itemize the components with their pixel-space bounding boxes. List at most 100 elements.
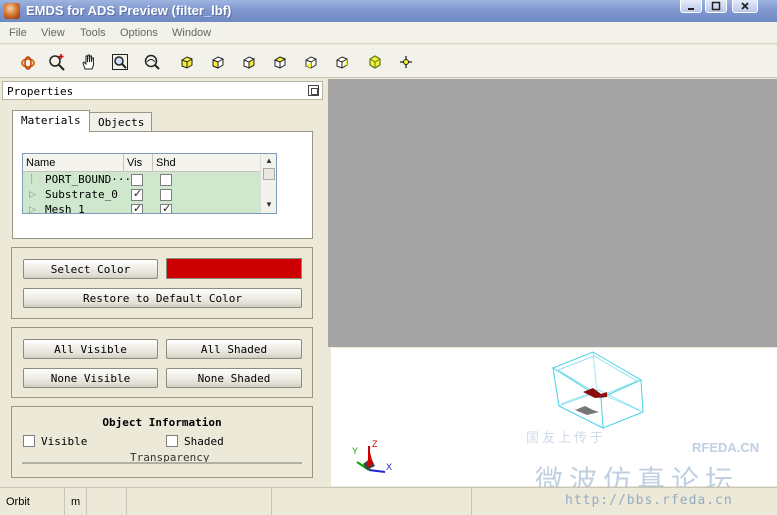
- materials-tab-panel: Name Vis Shd ┆ PORT_BOUND··· ▷ Substrate…: [12, 131, 313, 239]
- menu-bar: File View Tools Options Window: [0, 22, 777, 44]
- axis-y-label: Y: [352, 446, 359, 456]
- close-button[interactable]: [732, 0, 758, 13]
- toolbar: [0, 45, 777, 78]
- view-cube-highlight-icon: [369, 55, 381, 69]
- menu-file[interactable]: File: [9, 27, 27, 39]
- color-swatch[interactable]: [166, 258, 302, 279]
- status-cell-empty: [87, 488, 127, 515]
- properties-header: Properties: [2, 81, 323, 100]
- properties-title: Properties: [7, 85, 74, 98]
- watermark-brand: RFEDA.CN: [692, 440, 760, 455]
- vis-checkbox[interactable]: [131, 202, 143, 213]
- axis-x-label: X: [386, 462, 393, 472]
- column-header-shd[interactable]: Shd: [153, 154, 261, 172]
- table-row[interactable]: ▷ Substrate_0: [23, 187, 260, 202]
- zoom-fit-icon: [112, 54, 128, 70]
- row-name: Mesh 1: [45, 203, 85, 214]
- materials-table[interactable]: Name Vis Shd ┆ PORT_BOUND··· ▷ Substrate…: [22, 153, 277, 214]
- column-header-name[interactable]: Name: [23, 154, 124, 172]
- model-part-gray: [575, 406, 599, 415]
- view-iso-2-icon: [212, 56, 224, 69]
- watermark-url: http://bbs.rfeda.cn: [565, 493, 733, 508]
- scroll-thumb[interactable]: [263, 168, 275, 180]
- vis-checkbox[interactable]: [131, 187, 143, 201]
- status-cell-empty: [127, 488, 272, 515]
- zoom-icon: [49, 54, 65, 71]
- view-iso-4-icon: [273, 56, 287, 69]
- select-color-button[interactable]: Select Color: [23, 259, 158, 279]
- status-units: m: [65, 488, 87, 515]
- all-shaded-button[interactable]: All Shaded: [166, 339, 302, 359]
- none-shaded-button[interactable]: None Shaded: [166, 368, 302, 388]
- table-row[interactable]: ┆ PORT_BOUND···: [23, 172, 260, 187]
- minimize-button[interactable]: [680, 0, 702, 13]
- center-point-icon: [400, 56, 412, 68]
- object-information-title: Object Information: [102, 416, 222, 429]
- app-icon: [4, 3, 20, 19]
- tab-materials[interactable]: Materials: [12, 110, 90, 132]
- row-name: Substrate_0: [45, 188, 118, 201]
- transparency-slider[interactable]: [22, 462, 302, 464]
- scroll-up-icon[interactable]: ▲: [263, 155, 275, 167]
- maximize-button[interactable]: [705, 0, 727, 13]
- view-iso-6-button[interactable]: [331, 51, 353, 73]
- rotate-button[interactable]: [17, 51, 39, 73]
- view-cube-highlight-button[interactable]: [364, 51, 386, 73]
- pan-button[interactable]: [78, 51, 100, 73]
- view-iso-1-icon: [181, 56, 193, 69]
- view-iso-3-button[interactable]: [238, 51, 260, 73]
- view-iso-5-icon: [305, 56, 317, 69]
- dock-icon[interactable]: [308, 85, 319, 96]
- menu-tools[interactable]: Tools: [80, 27, 106, 39]
- shd-checkbox[interactable]: [160, 174, 172, 186]
- menu-window[interactable]: Window: [172, 27, 211, 39]
- zoom-fit-button[interactable]: [109, 51, 131, 73]
- view-iso-1-button[interactable]: [176, 51, 198, 73]
- tree-line-icon: ┆: [29, 174, 35, 184]
- rotate-icon: [21, 56, 35, 70]
- all-visible-button[interactable]: All Visible: [23, 339, 158, 359]
- properties-panel: Properties Materials Objects Name Vis Sh…: [0, 79, 327, 487]
- viewport-gray-area[interactable]: [328, 79, 777, 347]
- object-information-group: Object Information Visible Shaded Transp…: [11, 406, 313, 478]
- visible-label: Visible: [41, 435, 88, 448]
- tab-objects[interactable]: Objects: [89, 112, 152, 132]
- zoom-window-icon: [144, 54, 160, 70]
- restore-default-color-button[interactable]: Restore to Default Color: [23, 288, 302, 308]
- window-title: EMDS for ADS Preview (filter_lbf): [26, 3, 232, 18]
- table-scrollbar[interactable]: ▲ ▼: [260, 154, 276, 213]
- watermark-small-text: 国友上传于: [526, 430, 607, 445]
- table-row[interactable]: ▷ Mesh 1: [23, 202, 260, 214]
- shaded-checkbox[interactable]: [166, 435, 178, 447]
- color-group: Select Color Restore to Default Color: [11, 247, 313, 319]
- expand-icon: ▷: [29, 189, 36, 199]
- title-bar: EMDS for ADS Preview (filter_lbf): [0, 0, 777, 22]
- center-point-button[interactable]: [395, 51, 417, 73]
- visible-checkbox[interactable]: [23, 435, 35, 447]
- shd-checkbox[interactable]: [160, 202, 172, 213]
- view-iso-2-button[interactable]: [207, 51, 229, 73]
- none-visible-button[interactable]: None Visible: [23, 368, 158, 388]
- status-mode: Orbit: [0, 488, 65, 515]
- view-iso-4-button[interactable]: [269, 51, 291, 73]
- zoom-button[interactable]: [46, 51, 68, 73]
- row-name: PORT_BOUND···: [45, 173, 132, 186]
- view-iso-5-button[interactable]: [300, 51, 322, 73]
- zoom-window-button[interactable]: [141, 51, 163, 73]
- close-icon: [741, 1, 749, 10]
- scroll-down-icon[interactable]: ▼: [263, 199, 275, 211]
- minimize-icon: [688, 7, 694, 10]
- maximize-icon: [711, 1, 721, 10]
- status-cell-empty: [272, 488, 472, 515]
- menu-view[interactable]: View: [41, 27, 65, 39]
- shaded-label: Shaded: [184, 435, 224, 448]
- menu-options[interactable]: Options: [120, 27, 158, 39]
- expand-icon: ▷: [29, 204, 36, 214]
- pan-hand-icon: [82, 54, 94, 70]
- visibility-group: All Visible All Shaded None Visible None…: [11, 327, 313, 398]
- shd-checkbox[interactable]: [160, 189, 172, 201]
- view-iso-6-icon: [336, 56, 348, 69]
- vis-checkbox[interactable]: [131, 174, 143, 186]
- column-header-vis[interactable]: Vis: [124, 154, 153, 172]
- axis-z-label: Z: [372, 439, 378, 449]
